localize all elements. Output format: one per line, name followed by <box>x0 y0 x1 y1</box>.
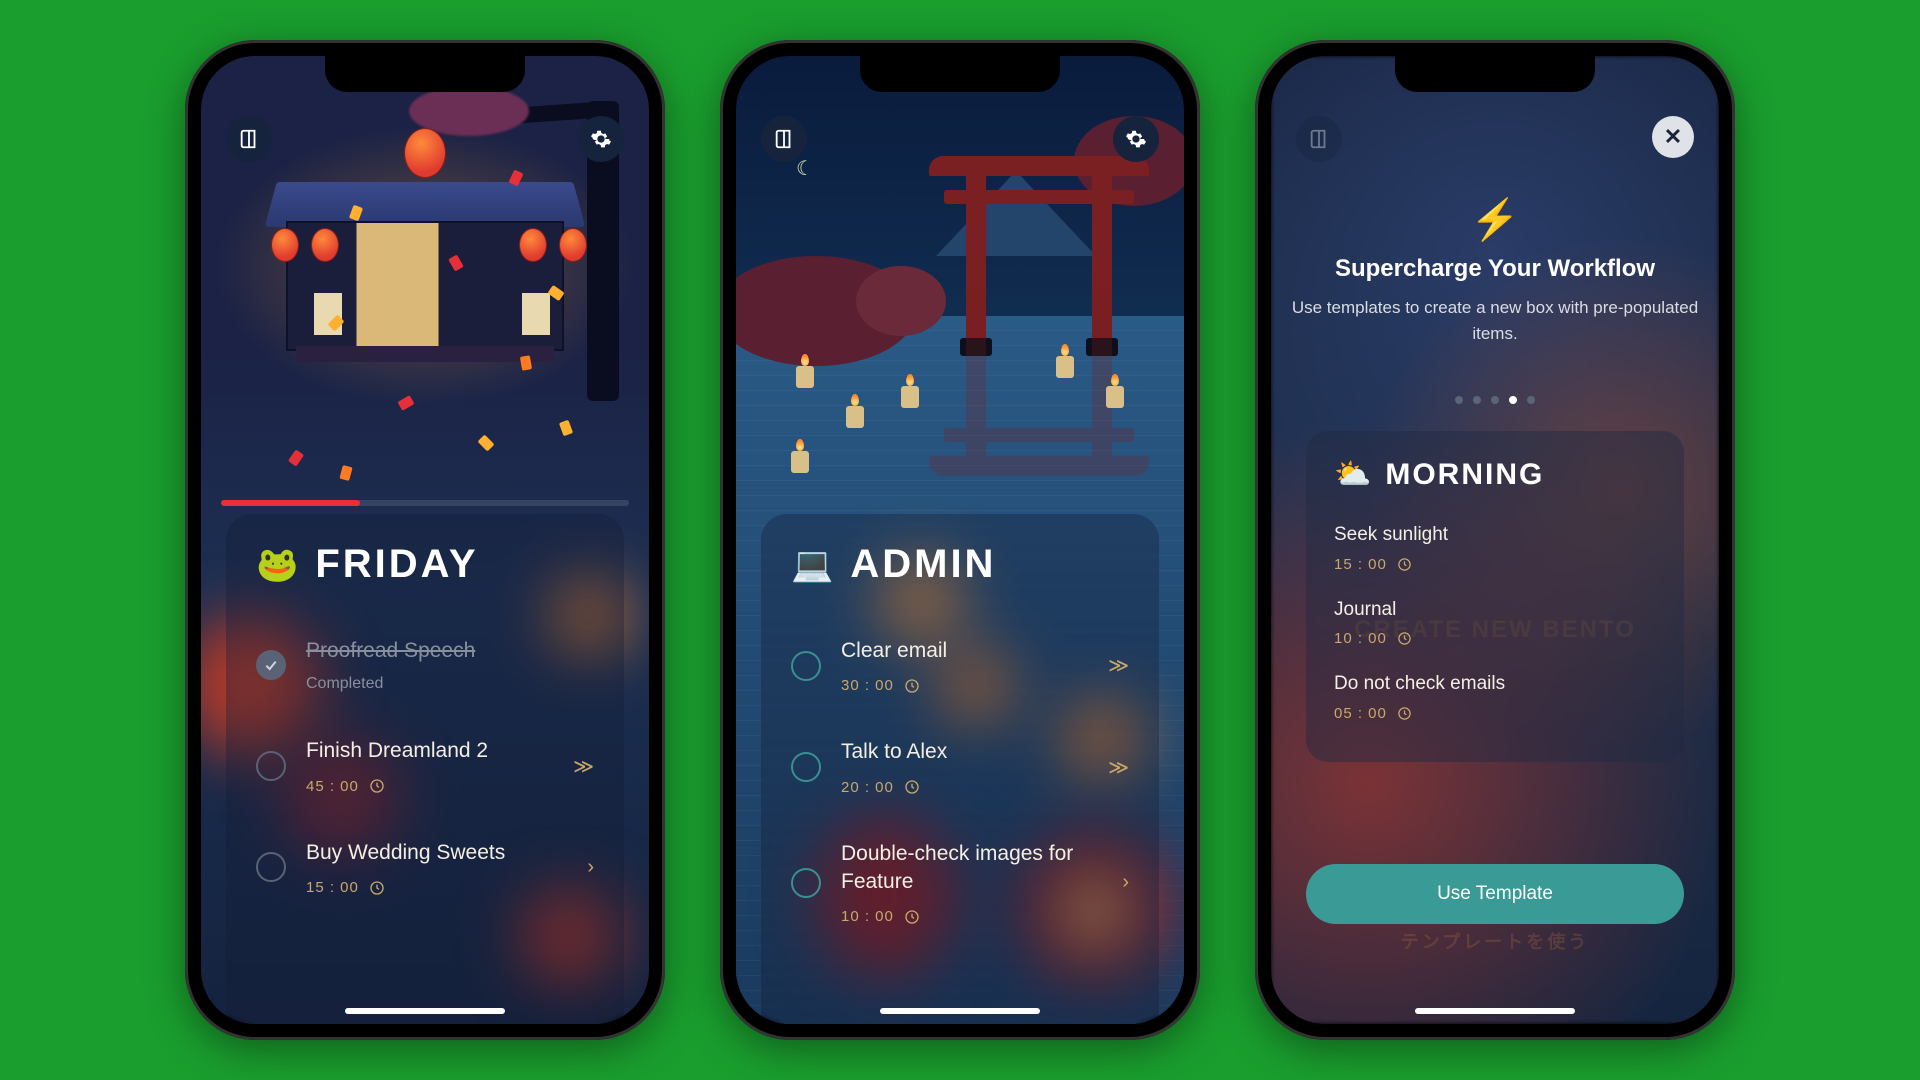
clock-icon <box>1397 557 1412 572</box>
modal-header: ⚡ Supercharge Your Workflow Use template… <box>1291 196 1699 346</box>
task-name: Finish Dreamland 2 <box>306 737 553 765</box>
settings-button[interactable] <box>578 116 624 162</box>
library-button[interactable] <box>761 116 807 162</box>
task-name: Double-check images for Feature <box>841 840 1102 897</box>
template-title-text: MORNING <box>1385 458 1544 492</box>
template-item-name: Journal <box>1334 597 1656 623</box>
task-checkbox-done-icon[interactable] <box>256 650 286 680</box>
task-time: 10 : 00 <box>841 908 894 925</box>
library-button[interactable] <box>226 116 272 162</box>
ghost-japanese: テンプレートを使う <box>1271 928 1719 954</box>
template-item-name: Seek sunlight <box>1334 522 1656 548</box>
phone-template-modal: CREATE NEW BENTO USE TEMPLATE テンプレートを使う … <box>1255 40 1735 1040</box>
modal-title: Supercharge Your Workflow <box>1291 255 1699 283</box>
task-card: 🐸 FRIDAY Proofread Speech Completed Fini… <box>226 514 624 1024</box>
card-emoji: 💻 <box>791 545 836 585</box>
card-title-text: FRIDAY <box>315 542 478 587</box>
task-row[interactable]: Double-check images for Feature 10 : 00 … <box>791 818 1129 948</box>
clock-icon <box>1397 631 1412 646</box>
clock-icon <box>1397 706 1412 721</box>
task-time: 30 : 00 <box>841 677 894 694</box>
home-indicator[interactable] <box>345 1008 505 1014</box>
book-icon <box>1308 128 1330 150</box>
template-title: ⛅ MORNING <box>1334 457 1656 492</box>
task-checkbox[interactable] <box>791 752 821 782</box>
task-checkbox[interactable] <box>791 868 821 898</box>
template-emoji: ⛅ <box>1334 457 1373 492</box>
template-item-time: 05 : 00 <box>1334 705 1387 722</box>
library-button-dimmed <box>1296 116 1342 162</box>
clock-icon <box>904 678 920 694</box>
template-item-time: 10 : 00 <box>1334 630 1387 647</box>
card-title-text: ADMIN <box>850 542 996 587</box>
card-title: 💻 ADMIN <box>791 542 1129 587</box>
clock-icon <box>904 779 920 795</box>
page-indicator[interactable] <box>1271 396 1719 404</box>
chevron-right-icon: › <box>587 856 594 879</box>
task-name: Clear email <box>841 637 1088 665</box>
phone-friday: 🐸 FRIDAY Proofread Speech Completed Fini… <box>185 40 665 1040</box>
task-row[interactable]: Clear email 30 : 00 ≫ <box>791 615 1129 716</box>
modal-subtitle: Use templates to create a new box with p… <box>1291 295 1699 346</box>
settings-button[interactable] <box>1113 116 1159 162</box>
task-time: 20 : 00 <box>841 779 894 796</box>
moon-icon: ☾ <box>796 156 814 181</box>
task-checkbox[interactable] <box>791 651 821 681</box>
task-status: Completed <box>306 675 594 693</box>
close-button[interactable]: ✕ <box>1652 116 1694 158</box>
card-title: 🐸 FRIDAY <box>256 542 594 587</box>
book-icon <box>773 128 795 150</box>
gear-icon <box>590 128 612 150</box>
task-time: 15 : 00 <box>306 879 359 896</box>
close-icon: ✕ <box>1664 124 1682 150</box>
template-item-time: 15 : 00 <box>1334 556 1387 573</box>
clock-icon <box>369 880 385 896</box>
template-item: Journal 10 : 00 <box>1334 585 1656 660</box>
task-row[interactable]: Buy Wedding Sweets 15 : 00 › <box>256 817 594 918</box>
chevron-right-icon: › <box>1122 871 1129 894</box>
template-item-name: Do not check emails <box>1334 671 1656 697</box>
chevron-right-icon: ≫ <box>1108 755 1129 780</box>
clock-icon <box>904 909 920 925</box>
use-template-button[interactable]: Use Template <box>1306 864 1684 924</box>
task-name: Proofread Speech <box>306 637 594 665</box>
task-name: Talk to Alex <box>841 738 1088 766</box>
lightning-icon: ⚡ <box>1291 196 1699 243</box>
progress-bar <box>221 500 629 506</box>
use-template-label: Use Template <box>1437 883 1553 905</box>
task-card: 💻 ADMIN Clear email 30 : 00 ≫ Talk to Al… <box>761 514 1159 1024</box>
clock-icon <box>369 778 385 794</box>
home-indicator[interactable] <box>880 1008 1040 1014</box>
task-row[interactable]: Finish Dreamland 2 45 : 00 ≫ <box>256 715 594 816</box>
chevron-right-icon: ≫ <box>573 754 594 779</box>
book-icon <box>238 128 260 150</box>
chevron-right-icon: ≫ <box>1108 653 1129 678</box>
task-checkbox[interactable] <box>256 852 286 882</box>
task-row[interactable]: Talk to Alex 20 : 00 ≫ <box>791 716 1129 817</box>
gear-icon <box>1125 128 1147 150</box>
phone-admin: ☾ <box>720 40 1200 1040</box>
template-item: Do not check emails 05 : 00 <box>1334 659 1656 734</box>
task-name: Buy Wedding Sweets <box>306 839 567 867</box>
task-time: 45 : 00 <box>306 778 359 795</box>
home-indicator[interactable] <box>1415 1008 1575 1014</box>
task-checkbox[interactable] <box>256 751 286 781</box>
template-preview-card: ⛅ MORNING Seek sunlight 15 : 00 Journal … <box>1306 431 1684 762</box>
card-emoji: 🐸 <box>256 545 301 585</box>
task-row[interactable]: Proofread Speech Completed <box>256 615 594 715</box>
template-item: Seek sunlight 15 : 00 <box>1334 510 1656 585</box>
